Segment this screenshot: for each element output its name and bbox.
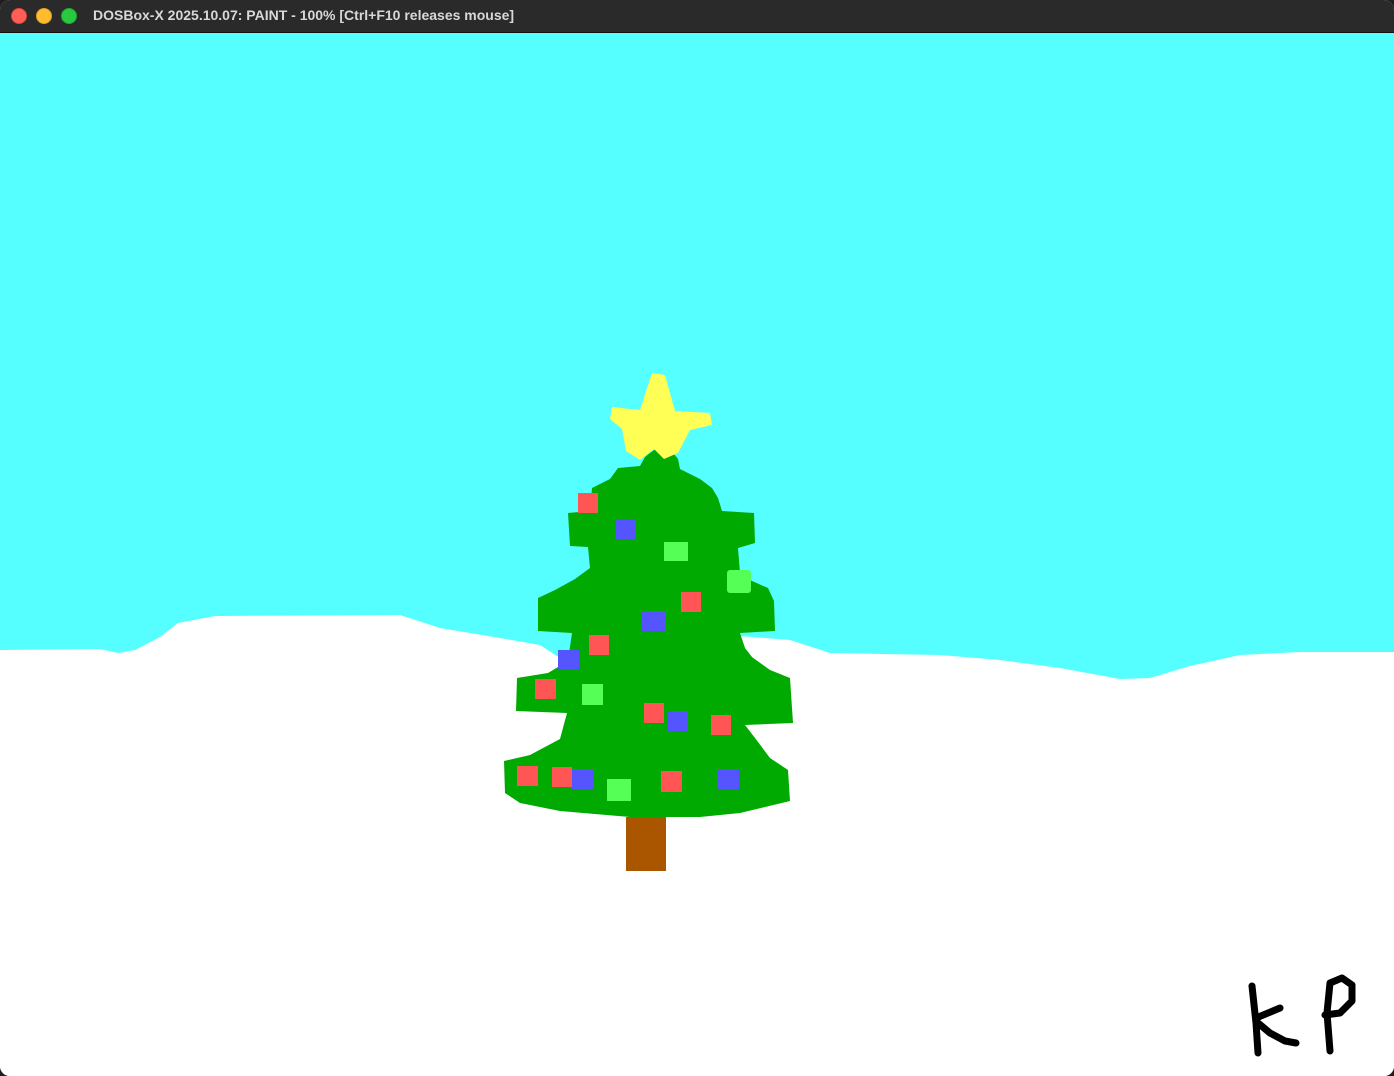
ornament-blue	[572, 769, 594, 789]
ornament-red	[578, 493, 598, 513]
ornament-blue	[717, 769, 739, 789]
window-title: DOSBox-X 2025.10.07: PAINT - 100% [Ctrl+…	[93, 7, 515, 23]
ornament-blue	[558, 650, 579, 669]
ornament-red	[552, 767, 572, 787]
paint-canvas[interactable]	[0, 33, 1394, 1076]
ornament-red	[711, 715, 731, 735]
ornament-blue	[668, 711, 688, 731]
title-bar[interactable]: DOSBox-X 2025.10.07: PAINT - 100% [Ctrl+…	[0, 0, 1394, 33]
ornament-green	[727, 570, 751, 593]
minimize-window-button[interactable]	[36, 8, 52, 24]
ornament-red	[644, 703, 664, 723]
ornament-red	[535, 679, 556, 699]
zoom-window-button[interactable]	[61, 8, 77, 24]
ornament-green	[607, 779, 631, 801]
ornament-blue	[616, 520, 636, 539]
tree-trunk	[626, 817, 666, 871]
ornament-red	[517, 766, 538, 786]
dosbox-window: DOSBox-X 2025.10.07: PAINT - 100% [Ctrl+…	[0, 0, 1394, 1076]
ornament-green	[664, 542, 688, 561]
ornament-blue	[642, 611, 666, 631]
ornament-red	[681, 592, 701, 612]
ornament-green	[582, 684, 603, 705]
ornament-red	[661, 771, 682, 792]
ornament-red	[589, 635, 609, 655]
close-window-button[interactable]	[11, 8, 27, 24]
